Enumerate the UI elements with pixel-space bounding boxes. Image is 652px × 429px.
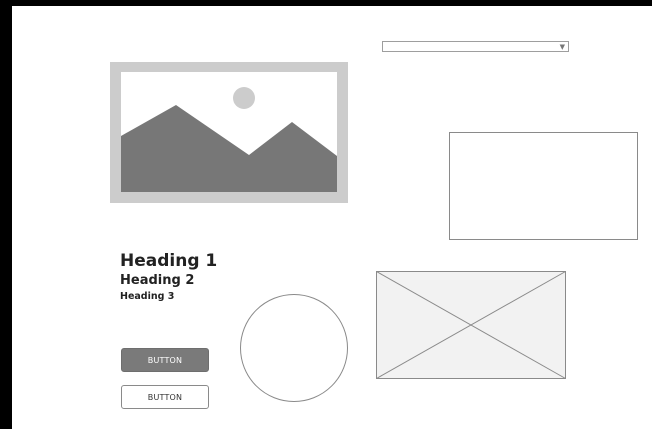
image-placeholder-x-icon	[376, 271, 566, 379]
secondary-button[interactable]: BUTTON	[121, 385, 209, 409]
wireframe-canvas: ▼ Heading 1 Heading 2 Heading 3 BUTTON B…	[12, 6, 652, 429]
circle-shape	[240, 294, 348, 402]
secondary-button-label: BUTTON	[147, 392, 183, 402]
image-placeholder	[110, 62, 348, 203]
primary-button-label: BUTTON	[147, 355, 183, 365]
heading-1: Heading 1	[120, 251, 218, 271]
chevron-down-icon[interactable]: ▼	[560, 43, 565, 51]
dropdown-select[interactable]: ▼	[382, 41, 569, 52]
heading-2: Heading 2	[120, 273, 195, 288]
sun-icon	[233, 87, 255, 109]
mountain-icon	[121, 105, 337, 192]
landscape-image-icon	[121, 72, 337, 192]
heading-3: Heading 3	[120, 291, 175, 302]
primary-button[interactable]: BUTTON	[121, 348, 209, 372]
rectangle-shape	[449, 132, 638, 240]
